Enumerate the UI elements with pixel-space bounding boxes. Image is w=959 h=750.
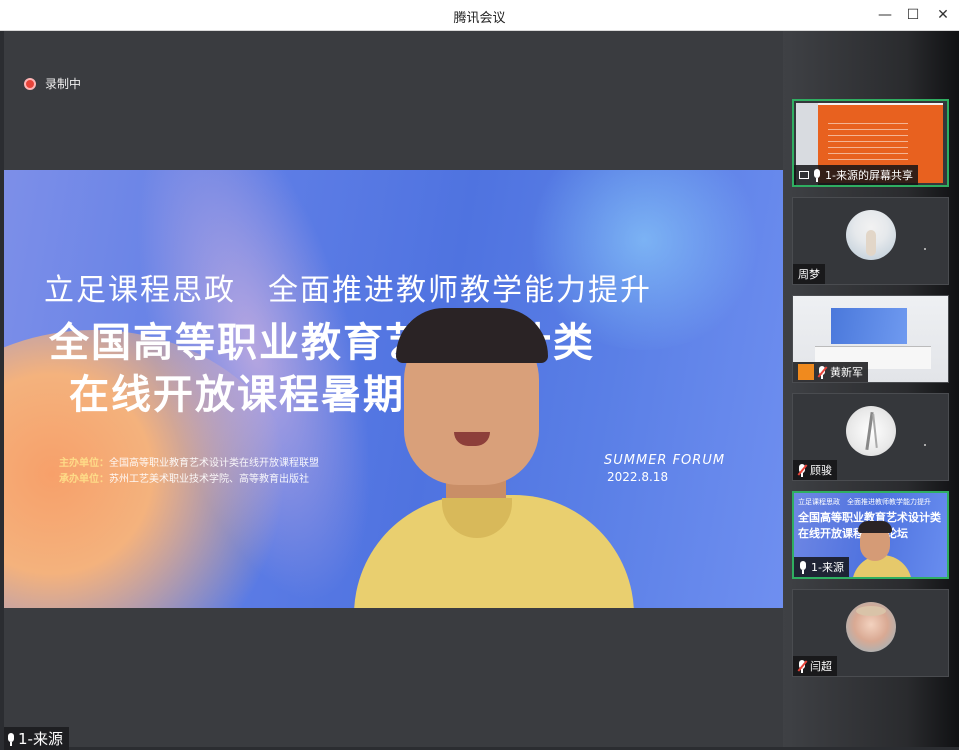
window-title: 腾讯会议	[453, 11, 506, 26]
room-screen	[831, 308, 907, 344]
participant-tile[interactable]: 黄新军	[792, 295, 949, 383]
participant-name: 1-来源的屏幕共享	[825, 169, 913, 182]
mini-speaker-hair	[858, 521, 892, 533]
slide-organizer-value: 苏州工艺美术职业技术学院、高等教育出版社	[109, 474, 309, 485]
shared-screen-text-lines	[828, 123, 908, 163]
participant-name-tag: 周梦	[793, 264, 825, 284]
speaker-figure	[334, 290, 634, 608]
participant-name-tag: 1-来源	[794, 557, 849, 577]
participant-name: 周梦	[798, 268, 820, 281]
participant-name: 顾骏	[810, 464, 832, 477]
avatar	[846, 210, 896, 260]
main-video[interactable]: 立足课程思政 全面推进教师教学能力提升 全国高等职业教育艺术设计类 在线开放课程…	[4, 170, 783, 608]
record-icon	[24, 77, 36, 90]
avatar-hat	[856, 606, 886, 616]
microphone-muted-icon	[797, 660, 808, 673]
microphone-muted-icon	[817, 366, 828, 379]
title-bar: 腾讯会议 — ☐ ✕	[0, 0, 959, 31]
microphone-muted-icon	[797, 464, 808, 477]
slide-organizer-label: 承办单位：	[59, 474, 109, 485]
participant-sidebar[interactable]: 1-来源的屏幕共享 周梦 黄新军 顾骏 立足课程思政 全面推进教师教学能力提升 …	[783, 31, 959, 747]
recording-indicator: 录制中	[24, 75, 81, 92]
avatar	[846, 406, 896, 456]
maximize-button[interactable]: ☐	[903, 5, 923, 25]
avatar-figure	[866, 230, 876, 256]
speaker-hair	[396, 308, 548, 363]
slide-host-value: 全国高等职业教育艺术设计类在线开放课程联盟	[109, 458, 319, 469]
participant-name: 黄新军	[830, 366, 863, 379]
participant-name-tag: 闫超	[793, 656, 837, 676]
participant-name: 1-来源	[811, 561, 844, 574]
participant-tile[interactable]: 周梦	[792, 197, 949, 285]
slide-organizer: 承办单位：苏州工艺美术职业技术学院、高等教育出版社	[59, 470, 309, 485]
more-dot	[924, 444, 926, 446]
participant-tile-speaker[interactable]: 立足课程思政 全面推进教师教学能力提升 全国高等职业教育艺术设计类 在线开放课程…	[792, 491, 949, 579]
more-dot	[924, 248, 926, 250]
participant-tile[interactable]: 顾骏	[792, 393, 949, 481]
speaker-name: 1-来源	[18, 730, 63, 748]
participant-tile-screen-share[interactable]: 1-来源的屏幕共享	[792, 99, 949, 187]
slide-host: 主办单位：全国高等职业教育艺术设计类在线开放课程联盟	[59, 454, 319, 469]
participant-tile[interactable]: 闫超	[792, 589, 949, 677]
participant-name-tag: 1-来源的屏幕共享	[794, 165, 918, 185]
mini-slide-line-1: 立足课程思政 全面推进教师教学能力提升	[798, 498, 931, 506]
recording-label: 录制中	[45, 77, 82, 91]
participant-name-tag: 黄新军	[793, 362, 868, 382]
minimize-button[interactable]: —	[875, 5, 895, 25]
main-stage[interactable]: 录制中 立足课程思政 全面推进教师教学能力提升 全国高等职业教育艺术设计类 在线…	[4, 31, 783, 747]
close-button[interactable]: ✕	[933, 5, 953, 25]
participant-name-tag: 顾骏	[793, 460, 837, 480]
microphone-icon	[7, 732, 15, 746]
participant-name: 闫超	[810, 660, 832, 673]
avatar-bamboo	[872, 413, 878, 449]
user-avatar-icon	[798, 364, 814, 380]
screen-share-icon	[799, 171, 809, 179]
microphone-icon	[813, 169, 821, 182]
avatar	[846, 602, 896, 652]
microphone-icon	[799, 561, 807, 574]
slide-host-label: 主办单位：	[59, 458, 109, 469]
